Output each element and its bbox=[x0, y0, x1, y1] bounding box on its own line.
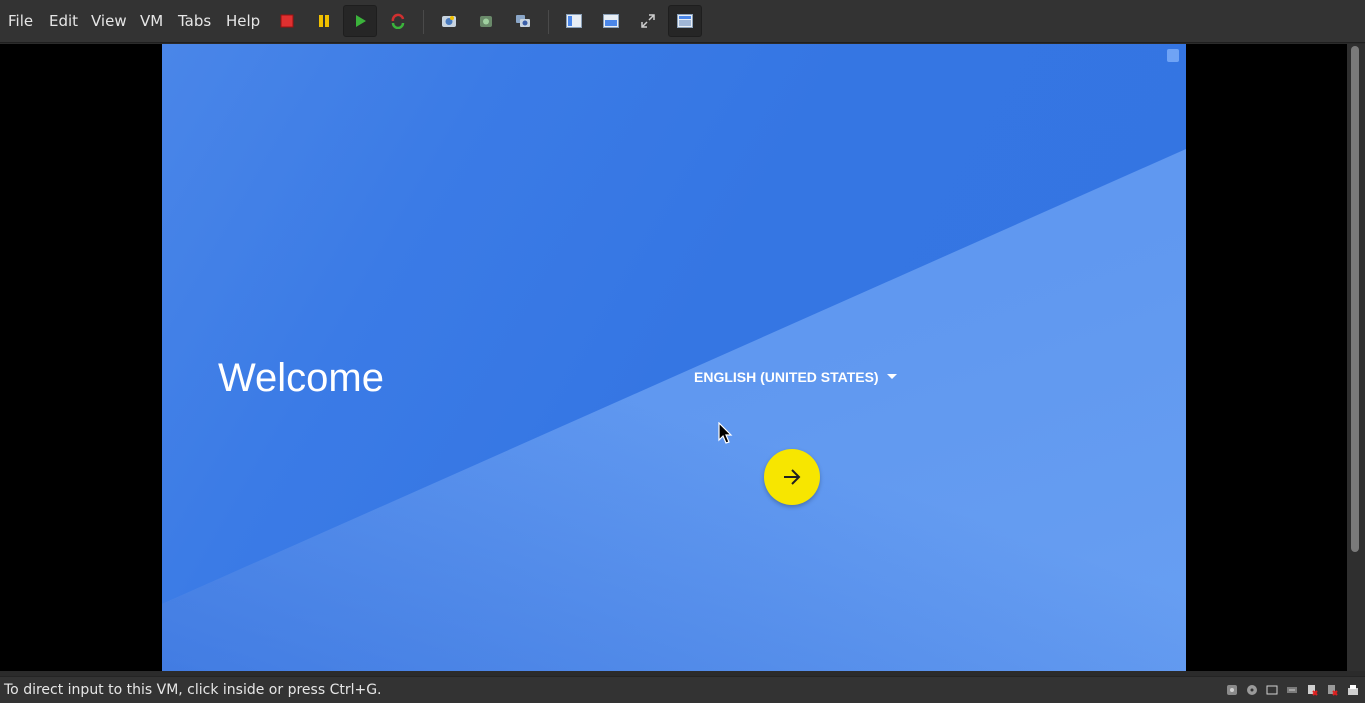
status-bar: To direct input to this VM, click inside… bbox=[0, 676, 1365, 703]
arrow-right-icon bbox=[784, 469, 801, 485]
guest-corner-icon bbox=[1167, 49, 1179, 62]
snapshot-button[interactable] bbox=[432, 5, 466, 37]
console-view-button[interactable] bbox=[594, 5, 628, 37]
printer-icon[interactable] bbox=[1347, 684, 1359, 696]
menu-view[interactable]: View bbox=[91, 0, 127, 43]
scrollbar-thumb[interactable] bbox=[1351, 46, 1359, 552]
pause-button[interactable] bbox=[307, 5, 341, 37]
status-message: To direct input to this VM, click inside… bbox=[4, 682, 382, 698]
reset-button[interactable] bbox=[381, 5, 415, 37]
welcome-heading: Welcome bbox=[218, 356, 384, 400]
manage-snapshots-button[interactable] bbox=[506, 5, 540, 37]
network-icon[interactable] bbox=[1286, 684, 1298, 696]
snapshot-icon bbox=[442, 16, 456, 27]
language-label: ENGLISH (UNITED STATES) bbox=[694, 369, 879, 385]
library-icon bbox=[566, 14, 582, 28]
menu-toolbar: File Edit View VM Tabs Help bbox=[0, 0, 1365, 43]
menu-edit[interactable]: Edit bbox=[49, 0, 78, 43]
usb-icon[interactable] bbox=[1306, 684, 1318, 696]
revert-snapshot-icon bbox=[480, 16, 492, 27]
menu-file[interactable]: File bbox=[8, 0, 33, 43]
hard-disk-icon[interactable] bbox=[1226, 684, 1238, 696]
cd-drive-icon[interactable] bbox=[1246, 684, 1258, 696]
toolbar-separator bbox=[548, 10, 549, 34]
play-button[interactable] bbox=[343, 5, 377, 37]
fullscreen-icon bbox=[641, 14, 655, 28]
next-button[interactable] bbox=[764, 449, 820, 505]
menu-vm[interactable]: VM bbox=[140, 0, 163, 43]
reset-icon bbox=[391, 13, 405, 29]
unity-view-icon bbox=[677, 14, 693, 28]
vm-display[interactable]: Welcome ENGLISH (UNITED STATES) bbox=[0, 44, 1347, 671]
menu-tabs[interactable]: Tabs bbox=[178, 0, 211, 43]
pause-icon bbox=[319, 15, 329, 27]
guest-screen[interactable]: Welcome ENGLISH (UNITED STATES) bbox=[162, 44, 1186, 671]
manage-snapshots-icon bbox=[516, 15, 530, 27]
floppy-icon[interactable] bbox=[1266, 684, 1278, 696]
vertical-scrollbar[interactable] bbox=[1347, 44, 1365, 671]
sound-icon[interactable] bbox=[1326, 684, 1338, 696]
power-off-icon bbox=[280, 14, 294, 28]
play-icon bbox=[356, 15, 366, 27]
language-selector[interactable]: ENGLISH (UNITED STATES) bbox=[694, 369, 897, 385]
revert-snapshot-button[interactable] bbox=[469, 5, 503, 37]
fullscreen-button[interactable] bbox=[631, 5, 665, 37]
menu-help[interactable]: Help bbox=[226, 0, 260, 43]
toolbar-separator bbox=[423, 10, 424, 34]
mouse-pointer-icon bbox=[718, 422, 733, 444]
dropdown-arrow-icon bbox=[886, 374, 897, 379]
library-button[interactable] bbox=[557, 5, 591, 37]
unity-view-button[interactable] bbox=[668, 5, 702, 37]
power-off-button[interactable] bbox=[270, 5, 304, 37]
console-view-icon bbox=[603, 14, 619, 28]
